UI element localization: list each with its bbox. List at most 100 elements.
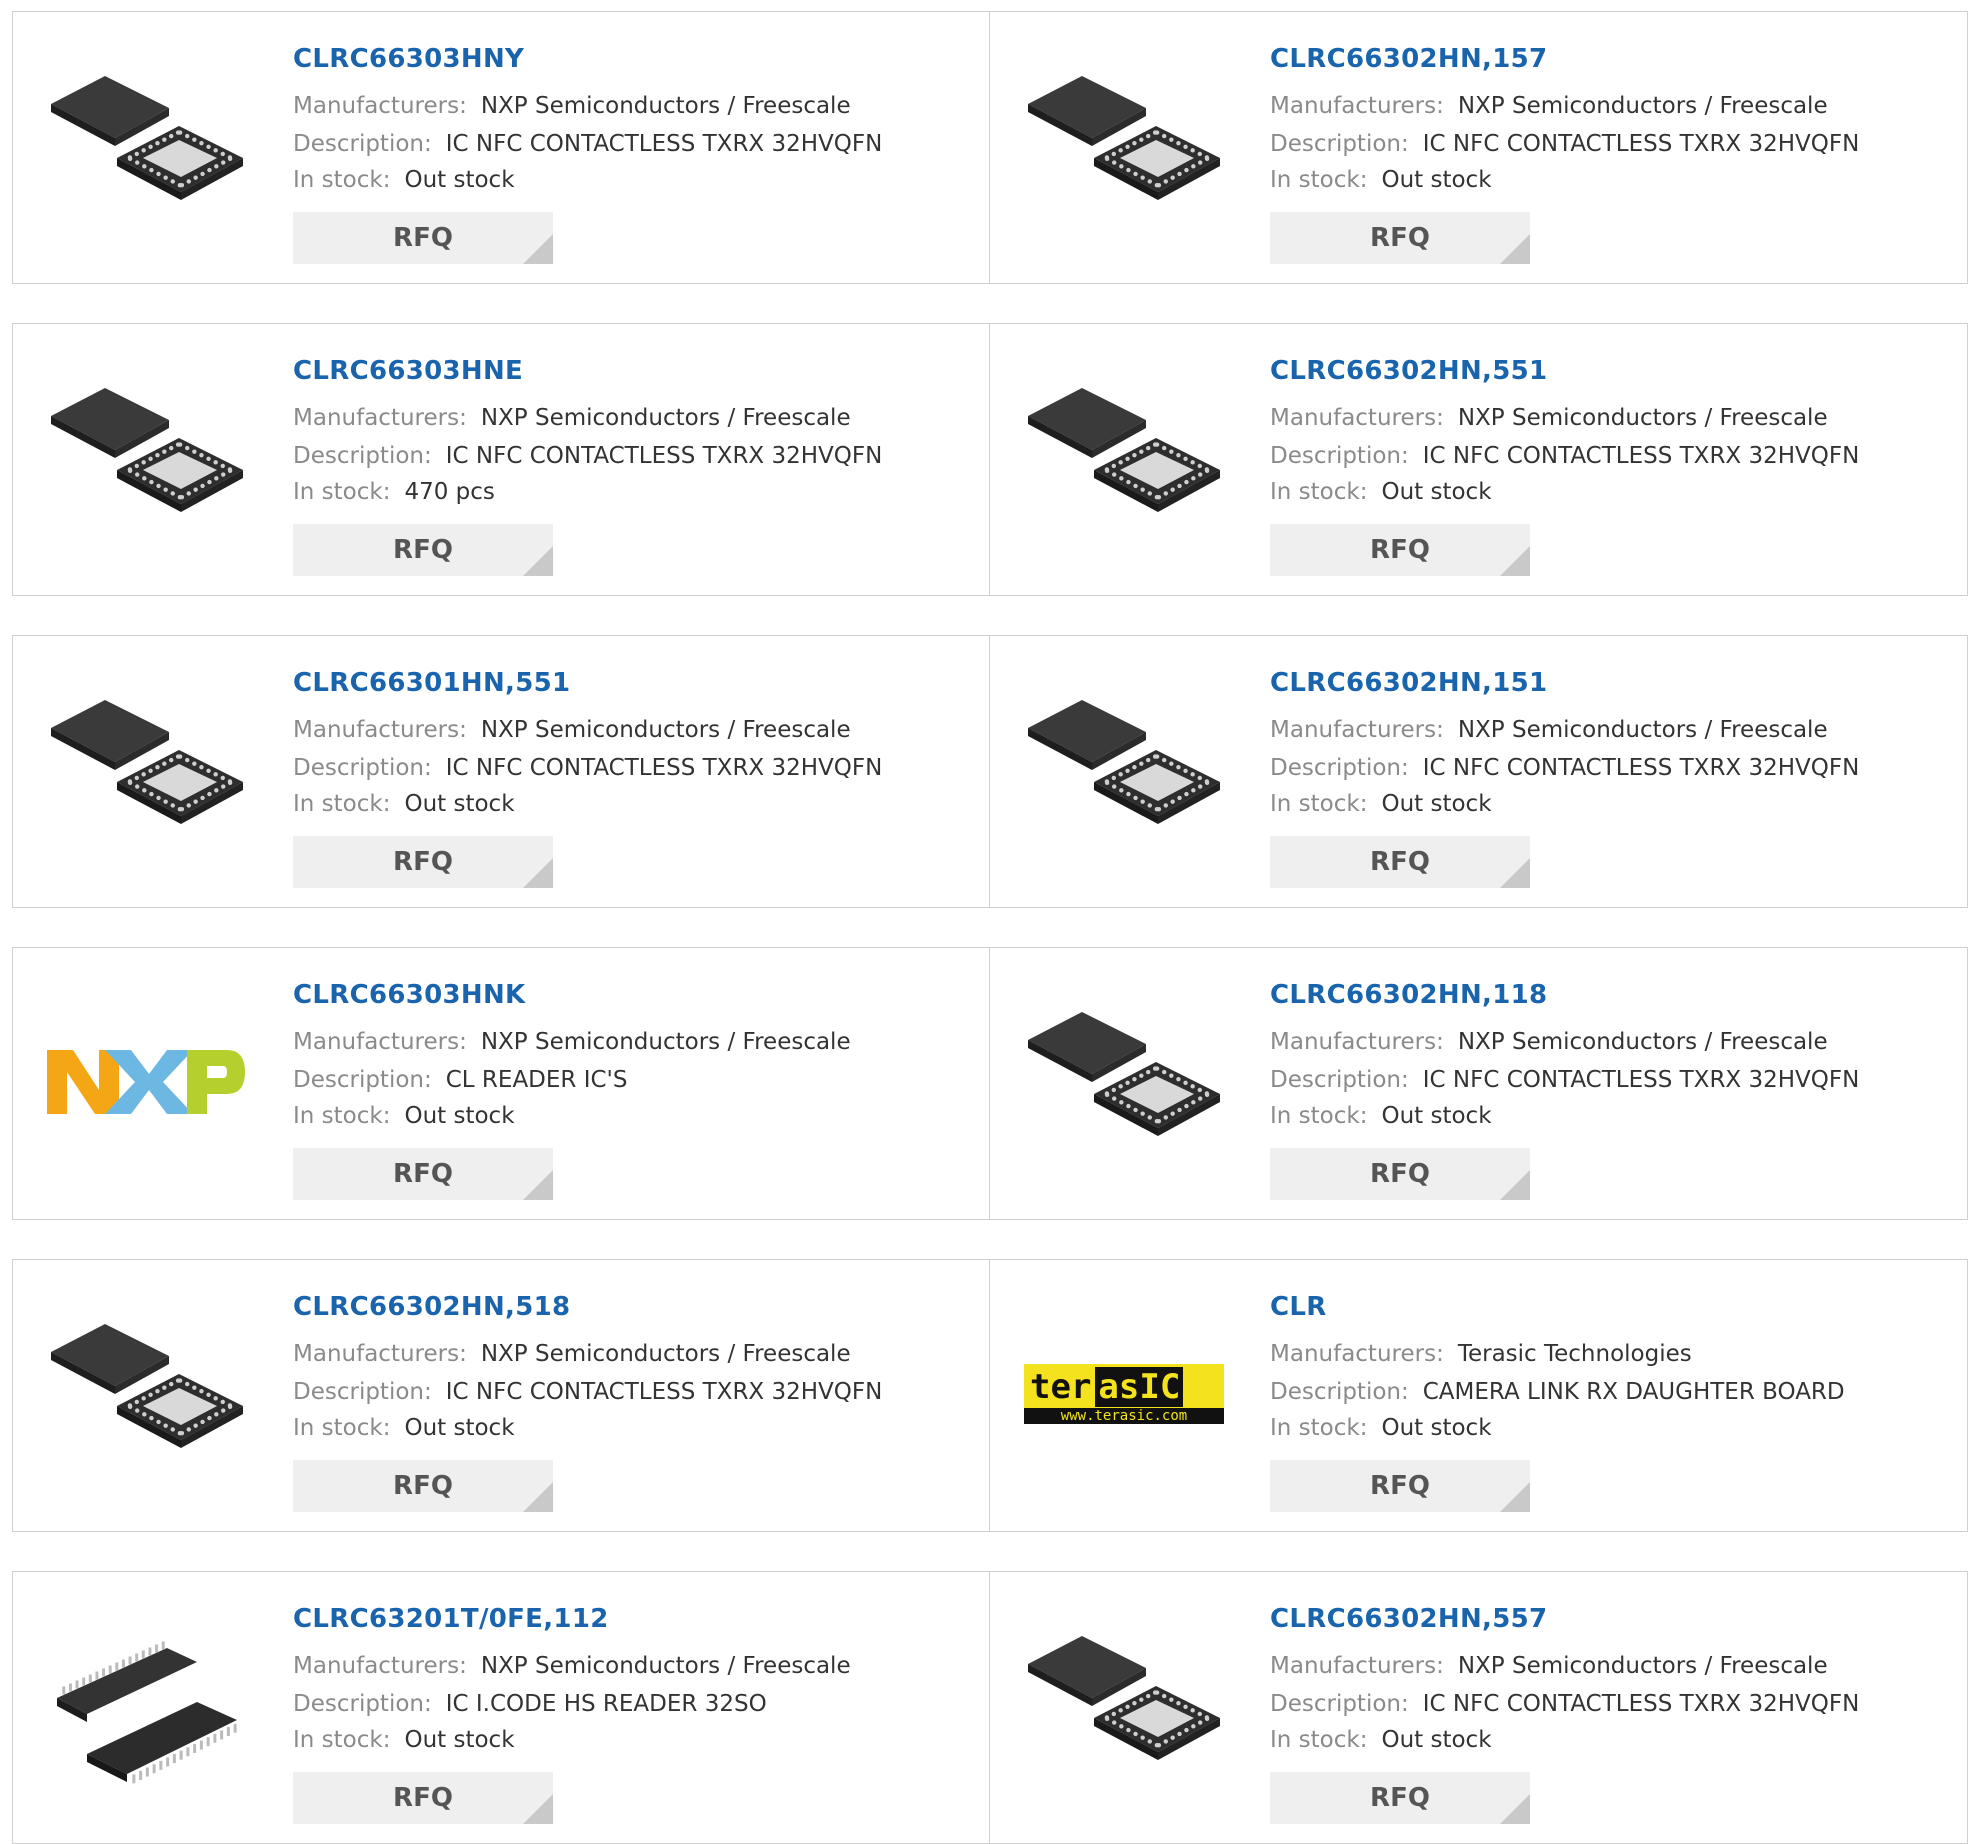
rfq-button[interactable]: RFQ [1270,1148,1530,1200]
manufacturer-row: Manufacturers: NXP Semiconductors / Frees… [293,93,851,119]
manufacturer-row: Manufacturers: NXP Semiconductors / Frees… [1270,93,1828,119]
manufacturer-value: NXP Semiconductors / Freescale [1457,1653,1828,1679]
description-label: Description: [293,755,432,781]
rfq-button[interactable]: RFQ [1270,524,1530,576]
product-image-qfn-chip-icon[interactable] [47,1294,247,1494]
manufacturer-label: Manufacturers: [1270,717,1444,743]
product-card: CLRC66302HN,151 Manufacturers: NXP Semicon… [990,635,1968,908]
stock-label: In stock: [1270,1103,1368,1129]
rfq-button[interactable]: RFQ [293,836,553,888]
manufacturer-value: NXP Semiconductors / Freescale [1457,405,1828,431]
manufacturer-row: Manufacturers: NXP Semiconductors / Frees… [293,1341,851,1367]
part-number-link[interactable]: CLRC66303HNY [293,44,524,74]
description-label: Description: [293,131,432,157]
description-label: Description: [293,1691,432,1717]
product-image-qfn-chip-icon[interactable] [1024,982,1224,1182]
product-card: ter asIC www.terasic.com CLR Manufacturers: T… [990,1259,1968,1532]
manufacturer-row: Manufacturers: NXP Semiconductors / Frees… [293,1029,851,1055]
rfq-button-label: RFQ [1370,1159,1430,1189]
rfq-button[interactable]: RFQ [293,212,553,264]
manufacturer-value: NXP Semiconductors / Freescale [1457,1029,1828,1055]
product-image-qfn-chip-icon[interactable] [1024,670,1224,870]
product-image-soic-chip-icon[interactable] [47,1606,247,1806]
description-value: IC I.CODE HS READER 32SO [445,1691,767,1717]
product-image-qfn-chip-icon[interactable] [47,670,247,870]
rfq-button[interactable]: RFQ [1270,836,1530,888]
rfq-button[interactable]: RFQ [293,524,553,576]
stock-value: Out stock [404,1727,515,1753]
manufacturer-label: Manufacturers: [1270,405,1444,431]
nxp-logo[interactable] [47,982,247,1182]
description-row: Description: IC NFC CONTACTLESS TXRX 32HV… [293,1379,882,1405]
product-card: CLRC66302HN,157 Manufacturers: NXP Semicon… [990,11,1968,284]
manufacturer-value: NXP Semiconductors / Freescale [1457,717,1828,743]
stock-row: In stock: Out stock [1270,1727,1492,1753]
part-number-link[interactable]: CLRC66303HNE [293,356,523,386]
description-row: Description: IC NFC CONTACTLESS TXRX 32HV… [293,755,882,781]
stock-label: In stock: [293,479,391,505]
manufacturer-label: Manufacturers: [293,405,467,431]
description-value: IC NFC CONTACTLESS TXRX 32HVQFN [445,1379,883,1405]
part-number-link[interactable]: CLRC66302HN,157 [1270,44,1547,74]
part-number-link[interactable]: CLRC66302HN,118 [1270,980,1547,1010]
stock-label: In stock: [293,167,391,193]
product-card: CLRC66303HNY Manufacturers: NXP Semiconduc… [12,11,990,284]
product-image-qfn-chip-icon[interactable] [47,358,247,558]
product-image-qfn-chip-icon[interactable] [1024,358,1224,558]
rfq-button[interactable]: RFQ [293,1148,553,1200]
product-card: CLRC66302HN,118 Manufacturers: NXP Semicon… [990,947,1968,1220]
part-number-link[interactable]: CLRC66302HN,151 [1270,668,1547,698]
description-row: Description: IC I.CODE HS READER 32SO [293,1691,767,1717]
description-row: Description: CL READER IC'S [293,1067,627,1093]
product-image-qfn-chip-icon[interactable] [1024,46,1224,246]
corner-triangle-icon [1500,546,1530,576]
description-value: CAMERA LINK RX DAUGHTER BOARD [1422,1379,1845,1405]
description-value: IC NFC CONTACTLESS TXRX 32HVQFN [1422,131,1860,157]
stock-row: In stock: Out stock [293,1727,515,1753]
rfq-button[interactable]: RFQ [1270,1772,1530,1824]
part-number-link[interactable]: CLRC66301HN,551 [293,668,570,698]
product-card: CLRC63201T/0FE,112 Manufacturers: NXP Semi… [12,1571,990,1844]
product-image-qfn-chip-icon[interactable] [47,46,247,246]
stock-row: In stock: Out stock [293,1415,515,1441]
product-grid: CLRC66303HNY Manufacturers: NXP Semiconduc… [12,11,1968,1844]
description-label: Description: [293,1067,432,1093]
description-label: Description: [1270,1379,1409,1405]
product-card: CLRC66302HN,557 Manufacturers: NXP Semicon… [990,1571,1968,1844]
manufacturer-value: NXP Semiconductors / Freescale [480,1341,851,1367]
stock-value: Out stock [1381,1727,1492,1753]
part-number-link[interactable]: CLRC66303HNK [293,980,525,1010]
part-number-link[interactable]: CLRC66302HN,518 [293,1292,570,1322]
rfq-button[interactable]: RFQ [1270,1460,1530,1512]
stock-value: Out stock [1381,1103,1492,1129]
product-image-qfn-chip-icon[interactable] [1024,1606,1224,1806]
stock-row: In stock: Out stock [1270,167,1492,193]
description-label: Description: [1270,131,1409,157]
description-label: Description: [293,443,432,469]
product-card: CLRC66303HNK Manufacturers: NXP Semiconduc… [12,947,990,1220]
terasic-logo-url: www.terasic.com [1024,1408,1224,1424]
stock-label: In stock: [293,1415,391,1441]
manufacturer-label: Manufacturers: [1270,93,1444,119]
rfq-button[interactable]: RFQ [293,1460,553,1512]
description-row: Description: IC NFC CONTACTLESS TXRX 32HV… [1270,1691,1859,1717]
part-number-link[interactable]: CLR [1270,1292,1327,1322]
rfq-button[interactable]: RFQ [1270,212,1530,264]
product-card: CLRC66302HN,551 Manufacturers: NXP Semicon… [990,323,1968,596]
part-number-link[interactable]: CLRC63201T/0FE,112 [293,1604,609,1634]
corner-triangle-icon [523,1170,553,1200]
rfq-button-label: RFQ [1370,847,1430,877]
description-value: IC NFC CONTACTLESS TXRX 32HVQFN [1422,1691,1860,1717]
terasic-logo[interactable]: ter asIC www.terasic.com [1024,1294,1224,1494]
stock-row: In stock: Out stock [293,1103,515,1129]
manufacturer-label: Manufacturers: [293,1653,467,1679]
corner-triangle-icon [1500,858,1530,888]
rfq-button[interactable]: RFQ [293,1772,553,1824]
description-row: Description: IC NFC CONTACTLESS TXRX 32HV… [1270,755,1859,781]
description-value: CL READER IC'S [445,1067,628,1093]
part-number-link[interactable]: CLRC66302HN,557 [1270,1604,1547,1634]
part-number-link[interactable]: CLRC66302HN,551 [1270,356,1547,386]
manufacturer-row: Manufacturers: NXP Semiconductors / Frees… [1270,405,1828,431]
stock-value: Out stock [1381,1415,1492,1441]
rfq-button-label: RFQ [393,535,453,565]
